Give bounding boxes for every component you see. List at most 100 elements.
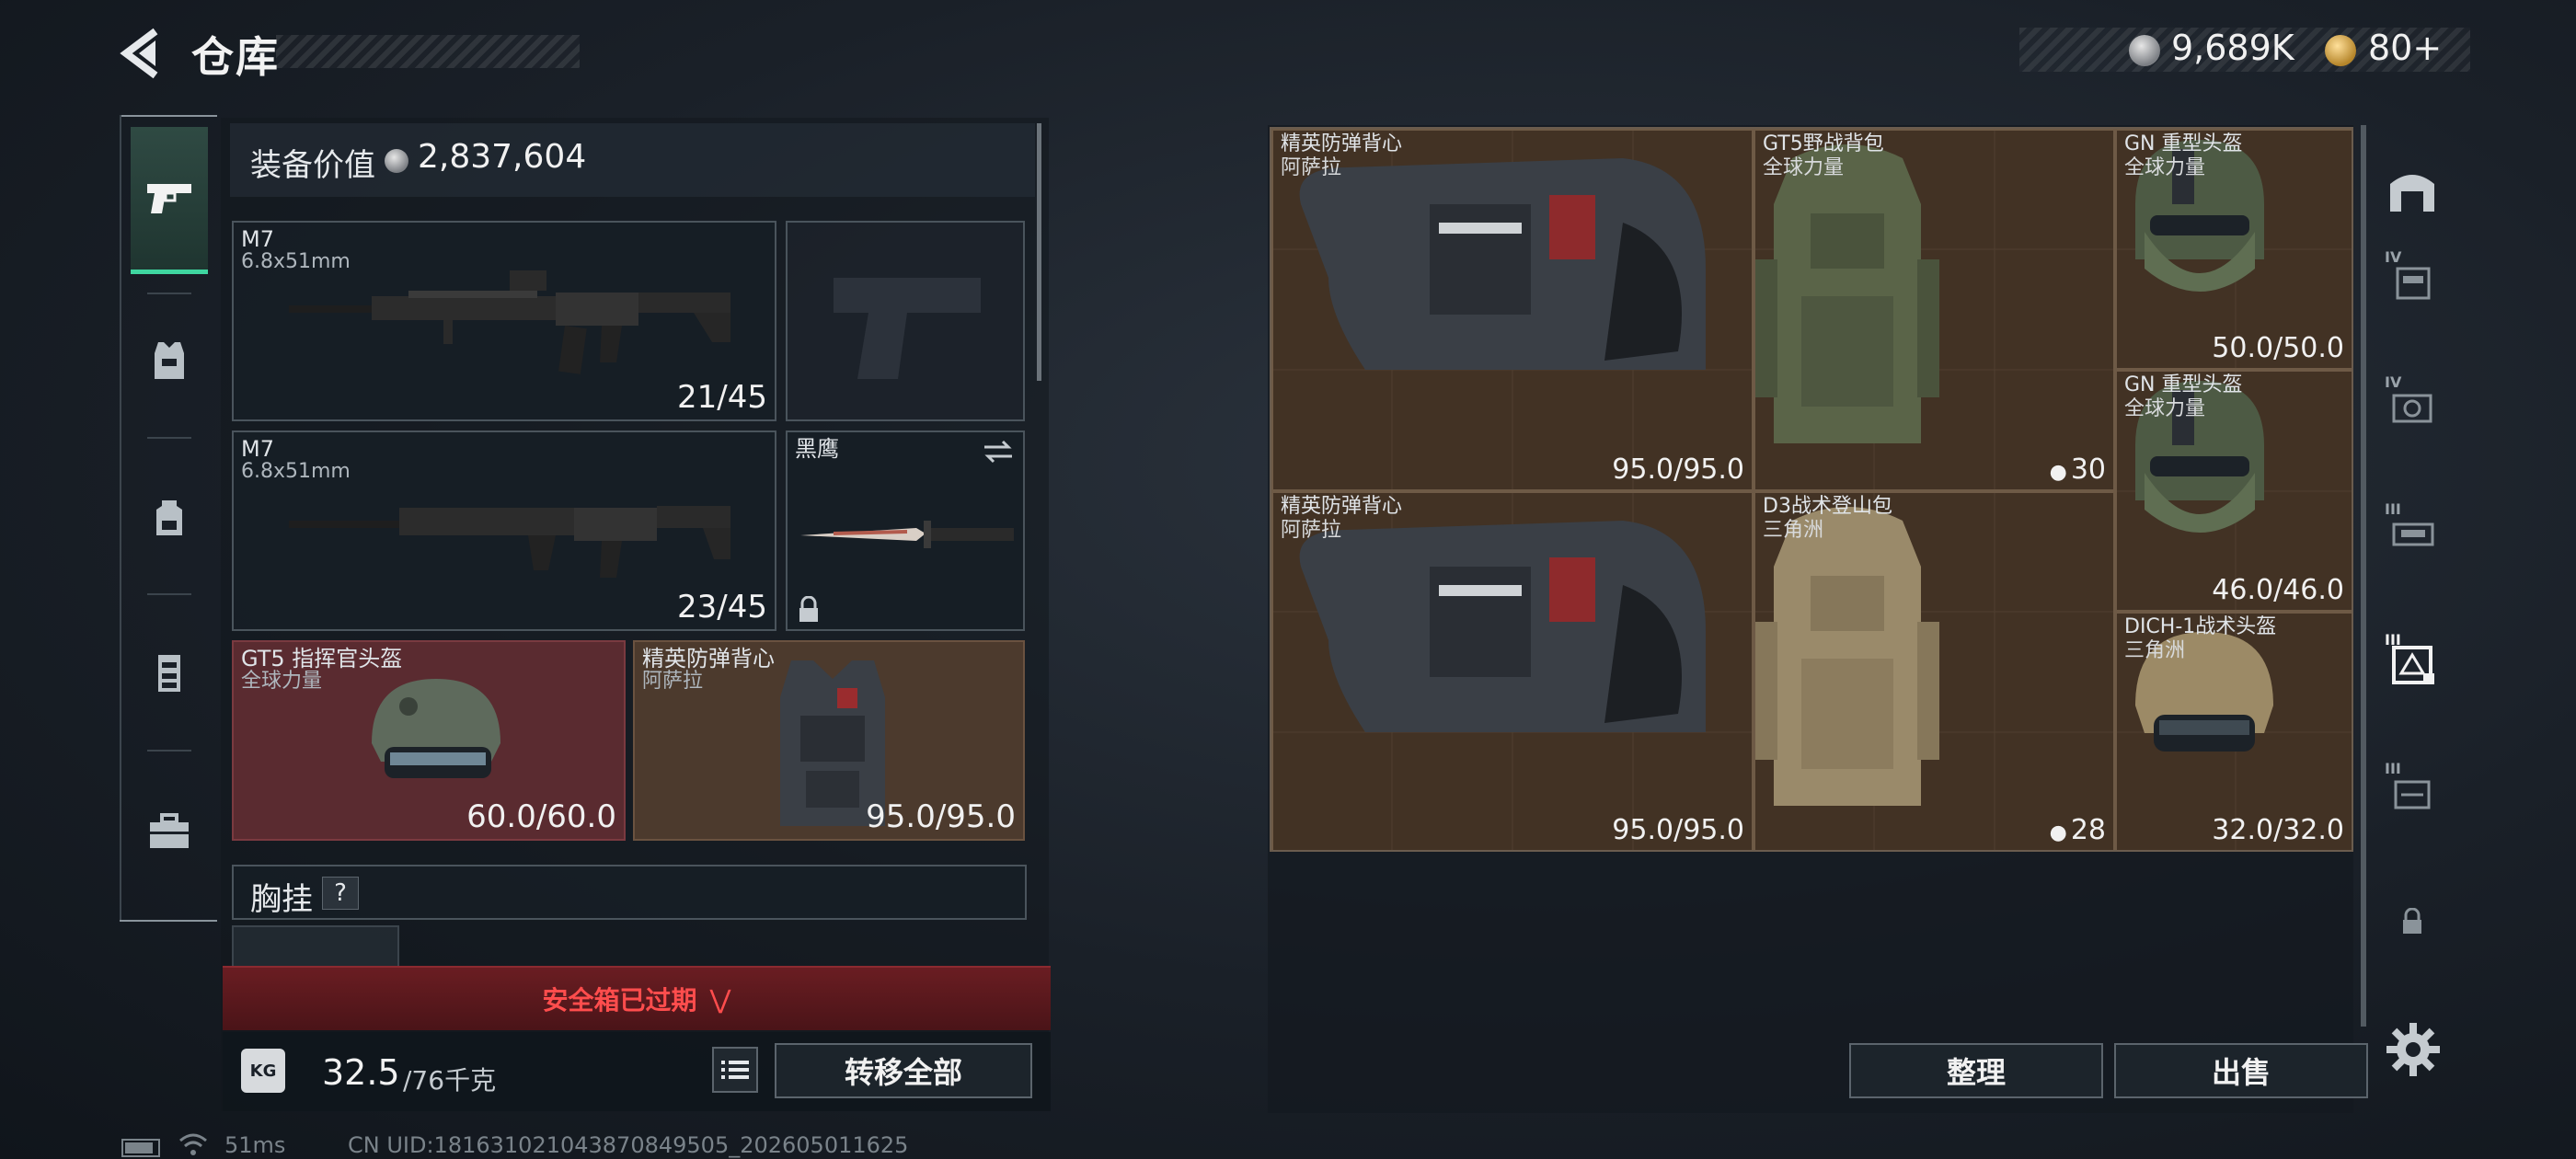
weight-current: 32.5 bbox=[322, 1052, 400, 1093]
swap-icon[interactable] bbox=[981, 438, 1016, 465]
filter-bag-iii[interactable]: III bbox=[2381, 760, 2444, 822]
storage-item-helmet[interactable]: GN 重型头盔 全球力量 50.0/50.0 bbox=[2115, 129, 2352, 370]
tab-chest-rig[interactable] bbox=[131, 635, 208, 712]
storage-grid: 精英防弹背心 阿萨拉 95.0/95.0 GT5野战背包 全球力量 ● 30 GN… bbox=[1270, 127, 2353, 852]
backpack-icon bbox=[156, 500, 182, 535]
item-capacity: ● 28 bbox=[2050, 814, 2106, 846]
item-durability: 32.0/32.0 bbox=[2212, 814, 2344, 846]
rifle-image bbox=[289, 506, 730, 578]
storage-item-helmet[interactable]: DICH-1战术头盔 三角洲 32.0/32.0 bbox=[2115, 612, 2352, 850]
lock-icon: ● bbox=[2049, 821, 2067, 844]
item-brand: 全球力量 bbox=[2124, 156, 2206, 179]
capacity-value: 30 bbox=[2070, 453, 2106, 486]
help-icon[interactable]: ? bbox=[322, 877, 359, 910]
item-durability: 50.0/50.0 bbox=[2212, 332, 2344, 364]
backpack-image bbox=[1755, 507, 1939, 806]
capacity-value: 28 bbox=[2070, 814, 2106, 846]
back-arrow-icon[interactable] bbox=[115, 26, 170, 81]
item-brand: 三角洲 bbox=[2124, 639, 2186, 662]
storage-item-backpack[interactable]: D3战术登山包 三角洲 ● 28 bbox=[1754, 491, 2115, 850]
helmet-brand: 全球力量 bbox=[241, 670, 323, 693]
tier-label: IV bbox=[2385, 248, 2402, 266]
item-name: 精英防弹背心 bbox=[1281, 132, 1403, 155]
storage-item-helmet[interactable]: GN 重型头盔 全球力量 46.0/46.0 bbox=[2115, 370, 2352, 612]
gold-coin-icon bbox=[2325, 35, 2356, 66]
item-durability: 46.0/46.0 bbox=[2212, 574, 2344, 606]
helmet-slot[interactable]: GT5 指挥官头盔 全球力量 60.0/60.0 bbox=[232, 640, 626, 841]
briefcase-icon bbox=[150, 813, 189, 848]
safebox-expired-banner[interactable]: 安全箱已过期 ⋁ bbox=[223, 966, 1051, 1030]
item-brand: 全球力量 bbox=[1763, 156, 1845, 179]
list-view-button[interactable] bbox=[712, 1047, 758, 1093]
rail-divider bbox=[147, 437, 191, 439]
ticket-amount[interactable]: 80+ bbox=[2368, 28, 2442, 68]
page-title: 仓库 bbox=[191, 32, 280, 82]
sidearm-slot[interactable] bbox=[786, 221, 1025, 421]
armor-vest-icon bbox=[155, 342, 184, 379]
pistol-icon bbox=[147, 183, 191, 213]
storage-item-backpack[interactable]: GT5野战背包 全球力量 ● 30 bbox=[1754, 129, 2115, 491]
filter-locked[interactable] bbox=[2381, 890, 2444, 953]
lock-icon bbox=[799, 596, 818, 622]
tab-case[interactable] bbox=[131, 793, 208, 870]
item-name: GT5野战背包 bbox=[1763, 132, 1884, 155]
armor-vest-image bbox=[1299, 158, 1706, 370]
item-brand: 阿萨拉 bbox=[1281, 519, 1342, 542]
rail-side-border bbox=[120, 115, 121, 922]
tab-armor[interactable] bbox=[131, 322, 208, 399]
lock-icon: ● bbox=[2049, 461, 2067, 484]
silver-coin-icon bbox=[2129, 35, 2160, 66]
knife-image bbox=[800, 521, 1014, 548]
storage-scrollbar[interactable] bbox=[2361, 125, 2366, 1027]
sell-button[interactable]: 出售 bbox=[2114, 1043, 2368, 1098]
item-brand: 三角洲 bbox=[1763, 519, 1824, 542]
filter-armor-iv[interactable]: IV bbox=[2381, 248, 2444, 311]
silver-coin-icon bbox=[385, 149, 408, 173]
primary-weapon-slot-1[interactable]: M7 6.8x51mm 21/45 bbox=[232, 221, 776, 421]
rail-divider bbox=[147, 750, 191, 752]
filter-helmet-iv[interactable]: IV bbox=[2381, 373, 2444, 436]
melee-slot[interactable]: 黑鹰 bbox=[786, 430, 1025, 631]
chevron-down-icon: ⋁ bbox=[709, 983, 731, 1015]
tier-label: IV bbox=[2385, 373, 2402, 391]
filter-equipment[interactable]: III bbox=[2381, 631, 2444, 694]
list-icon bbox=[721, 1061, 749, 1079]
filter-rig-iii[interactable]: III bbox=[2381, 500, 2444, 563]
tab-backpack[interactable] bbox=[131, 478, 208, 556]
weapon-name: M7 bbox=[241, 226, 274, 252]
backpack-image bbox=[1755, 144, 1939, 443]
item-name: GN 重型头盔 bbox=[2124, 132, 2243, 155]
ammo-count: 21/45 bbox=[677, 379, 767, 416]
storage-item-vest[interactable]: 精英防弹背心 阿萨拉 95.0/95.0 bbox=[1271, 129, 1754, 491]
item-capacity: ● 30 bbox=[2050, 453, 2106, 486]
storage-item-vest[interactable]: 精英防弹背心 阿萨拉 95.0/95.0 bbox=[1271, 491, 1754, 850]
filter-all[interactable] bbox=[2381, 160, 2444, 223]
armor-name: 精英防弹背心 bbox=[642, 646, 775, 671]
rail-bottom-border bbox=[120, 920, 217, 922]
equip-value-label: 装备价值 bbox=[250, 147, 375, 184]
lock-icon bbox=[2403, 908, 2421, 934]
transfer-all-button[interactable]: 转移全部 bbox=[775, 1043, 1032, 1098]
user-uid: CN UID:18163102104387084950​5_2026050116… bbox=[348, 1132, 909, 1158]
title-decoration bbox=[276, 35, 580, 68]
loadout-scrollbar[interactable] bbox=[1037, 123, 1041, 381]
ammo-count: 23/45 bbox=[677, 589, 767, 625]
item-brand: 阿萨拉 bbox=[1281, 156, 1342, 179]
pistol-silhouette-icon bbox=[834, 278, 981, 379]
sort-button[interactable]: 整理 bbox=[1849, 1043, 2103, 1098]
money-amount: 9,689K bbox=[2171, 28, 2294, 68]
item-name: D3战术登山包 bbox=[1763, 495, 1892, 518]
item-name: GN 重型头盔 bbox=[2124, 373, 2243, 396]
armor-durability: 95.0/95.0 bbox=[866, 798, 1016, 835]
wifi-icon bbox=[179, 1133, 207, 1155]
primary-weapon-slot-2[interactable]: M7 6.8x51mm 23/45 bbox=[232, 430, 776, 631]
warehouse-icon bbox=[2390, 175, 2434, 212]
item-durability: 95.0/95.0 bbox=[1612, 453, 1744, 486]
helmet-durability: 60.0/60.0 bbox=[466, 798, 616, 835]
armor-slot[interactable]: 精英防弹背心 阿萨拉 95.0/95.0 bbox=[633, 640, 1025, 841]
chest-rig-slot[interactable] bbox=[232, 925, 399, 971]
rail-top-border bbox=[120, 115, 217, 117]
tab-weapons[interactable] bbox=[131, 127, 208, 274]
tier-label: III bbox=[2385, 500, 2401, 518]
settings-gear-icon[interactable] bbox=[2383, 1019, 2444, 1080]
